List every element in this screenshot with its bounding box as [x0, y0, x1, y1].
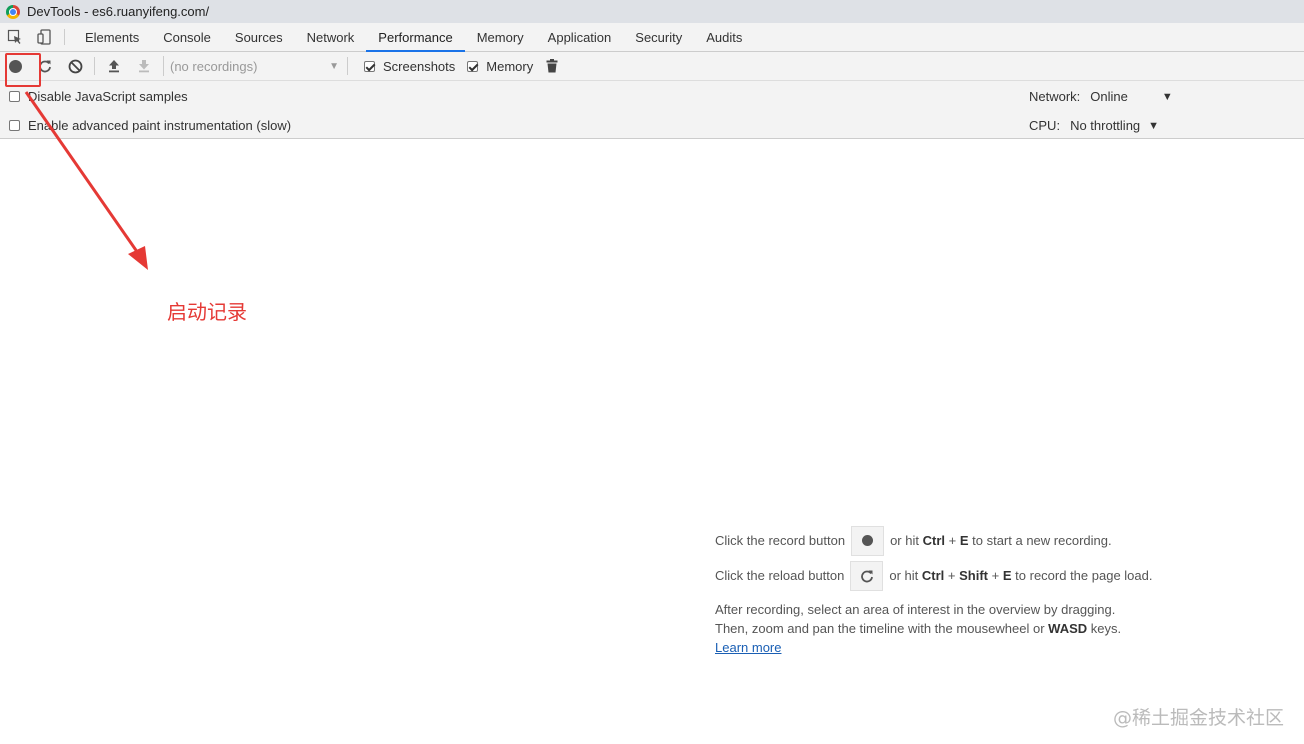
learn-more-link[interactable]: Learn more — [715, 640, 781, 655]
performance-landing: Click the record button or hit Ctrl + E … — [715, 523, 1275, 657]
key-plus: + — [948, 533, 957, 548]
tab-application[interactable]: Application — [536, 23, 624, 51]
memory-label: Memory — [486, 58, 534, 74]
record-instruction: Click the record button or hit Ctrl + E … — [715, 523, 1275, 558]
screenshots-checkbox[interactable] — [364, 60, 375, 72]
chevron-down-icon: ▼ — [329, 60, 339, 72]
landing-reload-button[interactable] — [850, 560, 884, 591]
key-plus: + — [991, 568, 1000, 583]
reload-instruction-suffix: to record the page load. — [1015, 568, 1153, 583]
key-e: E — [959, 533, 969, 548]
record-icon — [862, 535, 874, 546]
key-ctrl: Ctrl — [921, 568, 945, 583]
memory-toggle[interactable]: Memory — [467, 59, 533, 74]
memory-checkbox[interactable] — [467, 60, 479, 72]
toolbar-separator — [347, 57, 348, 75]
tab-sources[interactable]: Sources — [223, 23, 295, 51]
help-line-1: After recording, select an area of inter… — [715, 602, 1116, 617]
reload-instruction-mid: or hit — [889, 568, 919, 583]
watermark: @稀土掘金技术社区 — [1112, 707, 1284, 729]
tab-network[interactable]: Network — [295, 23, 367, 51]
cpu-throttle-label: CPU: — [1029, 118, 1061, 133]
help-line-2-text: Then, zoom and pan the timeline with the… — [715, 621, 1045, 636]
tab-memory[interactable]: Memory — [465, 23, 536, 51]
help-line-2-end: keys. — [1090, 621, 1122, 636]
key-shift: Shift — [959, 568, 989, 583]
trash-icon — [546, 59, 558, 73]
key-e: E — [1002, 568, 1012, 583]
screenshots-toggle[interactable]: Screenshots — [364, 59, 455, 74]
annotation-text: 启动记录 — [167, 300, 247, 324]
record-instruction-mid: or hit — [890, 533, 919, 548]
reload-instruction-prefix: Click the reload button — [715, 568, 845, 583]
help-line-2: Then, zoom and pan the timeline with the… — [715, 619, 1275, 638]
network-throttle: Network: Online ▼ — [1029, 89, 1173, 104]
chevron-down-icon[interactable]: ▼ — [1162, 91, 1173, 103]
tab-audits[interactable]: Audits — [694, 23, 754, 51]
annotation-arrow — [24, 91, 148, 270]
network-throttle-label: Network: — [1029, 89, 1081, 104]
tab-security[interactable]: Security — [623, 23, 694, 51]
record-instruction-prefix: Click the record button — [715, 533, 846, 548]
collect-garbage-button[interactable] — [537, 52, 567, 80]
tab-performance[interactable]: Performance — [366, 23, 466, 52]
key-plus: + — [947, 568, 956, 583]
key-ctrl: Ctrl — [922, 533, 945, 548]
recording-help-text: After recording, select an area of inter… — [715, 600, 1275, 657]
screenshots-label: Screenshots — [383, 58, 456, 74]
network-throttle-select[interactable]: Online — [1090, 89, 1128, 104]
cpu-throttle: CPU: No throttling ▼ — [1029, 118, 1159, 133]
cpu-throttle-select[interactable]: No throttling — [1070, 118, 1140, 133]
record-instruction-suffix: to start a new recording. — [972, 533, 1112, 548]
landing-record-button[interactable] — [851, 525, 885, 556]
reload-icon — [861, 570, 873, 582]
key-wasd: WASD — [1048, 621, 1088, 636]
reload-instruction: Click the reload button or hit Ctrl + Sh… — [715, 558, 1275, 593]
chevron-down-icon[interactable]: ▼ — [1148, 120, 1159, 132]
